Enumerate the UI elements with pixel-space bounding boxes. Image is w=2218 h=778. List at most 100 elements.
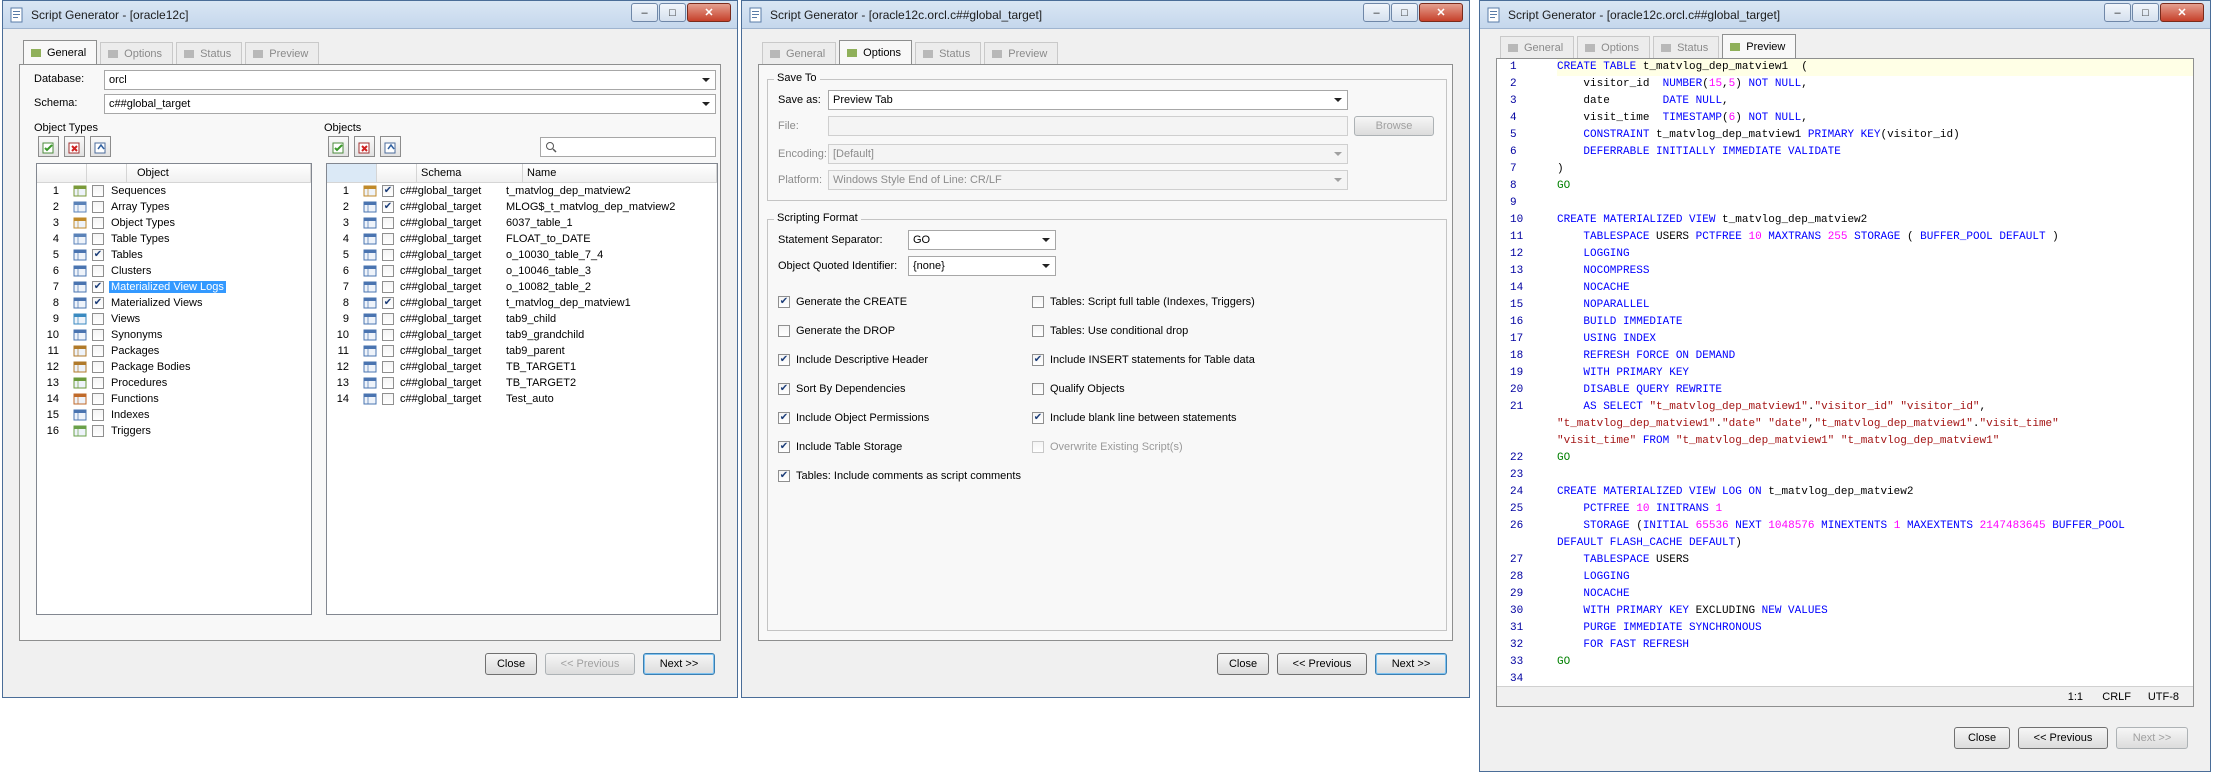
tab-general[interactable]: General [762,42,837,64]
tab-preview[interactable]: Preview [1722,34,1797,58]
object-checkbox[interactable] [382,377,394,389]
object-checkbox[interactable] [382,345,394,357]
close-button[interactable]: Close [485,653,537,675]
object-row[interactable]: 2 ✔ c##global_target MLOG$_t_matvlog_dep_ma… [327,199,717,215]
objects-invert-selection-button[interactable] [380,136,401,157]
object-type-checkbox[interactable]: ✔ [92,297,104,309]
file-input[interactable] [828,116,1348,136]
option-checkbox[interactable]: ✔ [778,354,790,366]
object-type-checkbox[interactable]: ✔ [92,249,104,261]
object-row[interactable]: 9 c##global_target tab9_child [327,311,717,327]
object-checkbox[interactable] [382,265,394,277]
object-row[interactable]: 14 c##global_target Test_auto [327,391,717,407]
object-row[interactable]: 3 c##global_target 6037_table_1 [327,215,717,231]
platform-select[interactable]: Windows Style End of Line: CR/LF [828,170,1348,190]
minimize-icon[interactable]: – [631,3,658,22]
script-preview-editor[interactable]: 1 2 3 4 5 6 7 8 9 10 11 12 13 14 15 16 17 18 19 20 21 22 23 24 2… [1496,58,2194,707]
close-icon[interactable]: ✕ [2160,3,2204,22]
option-checkbox[interactable]: ✔ [778,441,790,453]
close-icon[interactable]: ✕ [687,3,731,22]
option-checkbox[interactable]: ✔ [778,296,790,308]
uncheck-all-button[interactable] [64,136,85,157]
object-type-row[interactable]: 15 Indexes [37,407,311,423]
objects-search-input[interactable] [540,137,716,157]
tab-options[interactable]: Options [1577,36,1651,58]
close-button[interactable]: Close [1954,727,2010,749]
option-checkbox[interactable]: ✔ [1032,412,1044,424]
object-row[interactable]: 10 c##global_target tab9_grandchild [327,327,717,343]
tab-general[interactable]: General [23,40,98,64]
object-type-checkbox[interactable] [92,393,104,405]
option-right_options-0[interactable]: Tables: Script full table (Indexes, Trig… [1032,296,1255,308]
option-checkbox[interactable] [778,325,790,337]
tab-status[interactable]: Status [176,42,243,64]
object-type-row[interactable]: 7 ✔ Materialized View Logs [37,279,311,295]
minimize-icon[interactable]: – [1363,3,1390,22]
close-button[interactable]: Close [1217,653,1269,675]
tab-general[interactable]: General [1500,36,1575,58]
object-row[interactable]: 4 c##global_target FLOAT_to_DATE [327,231,717,247]
previous-button[interactable]: << Previous [1277,653,1367,675]
minimize-icon[interactable]: – [2104,3,2131,22]
object-row[interactable]: 11 c##global_target tab9_parent [327,343,717,359]
option-right_options-5[interactable]: Overwrite Existing Script(s) [1032,441,1183,453]
objects-check-all-button[interactable] [328,136,349,157]
next-button[interactable]: Next >> [1375,653,1447,675]
option-checkbox[interactable]: ✔ [1032,354,1044,366]
tab-preview[interactable]: Preview [245,42,320,64]
object-row[interactable]: 1 ✔ c##global_target t_matvlog_dep_matview2 [327,183,717,199]
tab-status[interactable]: Status [1653,36,1720,58]
option-checkbox[interactable] [1032,383,1044,395]
option-checkbox[interactable] [1032,325,1044,337]
object-checkbox[interactable] [382,233,394,245]
option-left_options-5[interactable]: ✔ Include Table Storage [778,441,902,453]
option-checkbox[interactable]: ✔ [778,412,790,424]
next-button[interactable]: Next >> [643,653,715,675]
browse-button[interactable]: Browse [1354,116,1434,136]
object-row[interactable]: 7 c##global_target o_10082_table_2 [327,279,717,295]
object-row[interactable]: 13 c##global_target TB_TARGET2 [327,375,717,391]
statement-separator-select[interactable]: GO [908,230,1056,250]
object-type-checkbox[interactable] [92,329,104,341]
object-type-checkbox[interactable]: ✔ [92,281,104,293]
object-type-checkbox[interactable] [92,425,104,437]
title-bar[interactable]: Script Generator - [oracle12c] – □ ✕ [3,1,737,29]
database-select[interactable]: orcl [104,70,716,90]
object-type-row[interactable]: 12 Package Bodies [37,359,311,375]
object-checkbox[interactable]: ✔ [382,297,394,309]
object-type-row[interactable]: 6 Clusters [37,263,311,279]
object-row[interactable]: 6 c##global_target o_10046_table_3 [327,263,717,279]
option-checkbox[interactable] [1032,296,1044,308]
object-type-checkbox[interactable] [92,377,104,389]
save-as-select[interactable]: Preview Tab [828,90,1348,110]
object-checkbox[interactable] [382,361,394,373]
object-type-row[interactable]: 10 Synonyms [37,327,311,343]
object-type-checkbox[interactable] [92,217,104,229]
object-type-row[interactable]: 13 Procedures [37,375,311,391]
option-right_options-2[interactable]: ✔ Include INSERT statements for Table dat… [1032,354,1255,366]
object-row[interactable]: 5 c##global_target o_10030_table_7_4 [327,247,717,263]
object-type-row[interactable]: 4 Table Types [37,231,311,247]
previous-button[interactable]: << Previous [545,653,635,675]
column-header-object[interactable]: Object [127,164,311,182]
option-checkbox[interactable]: ✔ [778,470,790,482]
object-type-row[interactable]: 2 Array Types [37,199,311,215]
object-type-checkbox[interactable] [92,201,104,213]
object-type-row[interactable]: 14 Functions [37,391,311,407]
object-type-row[interactable]: 16 Triggers [37,423,311,439]
title-bar[interactable]: Script Generator - [oracle12c.orcl.c##gl… [742,1,1469,29]
tab-options[interactable]: Options [839,40,913,64]
tab-status[interactable]: Status [915,42,982,64]
object-checkbox[interactable] [382,313,394,325]
option-left_options-1[interactable]: Generate the DROP [778,325,895,337]
object-type-checkbox[interactable] [92,185,104,197]
column-header-name[interactable]: Name [523,164,717,182]
tab-options[interactable]: Options [100,42,174,64]
tab-preview[interactable]: Preview [984,42,1059,64]
object-checkbox[interactable] [382,329,394,341]
object-row[interactable]: 8 ✔ c##global_target t_matvlog_dep_matview1 [327,295,717,311]
maximize-icon[interactable]: □ [1391,3,1418,22]
object-type-row[interactable]: 1 Sequences [37,183,311,199]
title-bar[interactable]: Script Generator - [oracle12c.orcl.c##gl… [1480,1,2210,29]
object-type-row[interactable]: 5 ✔ Tables [37,247,311,263]
